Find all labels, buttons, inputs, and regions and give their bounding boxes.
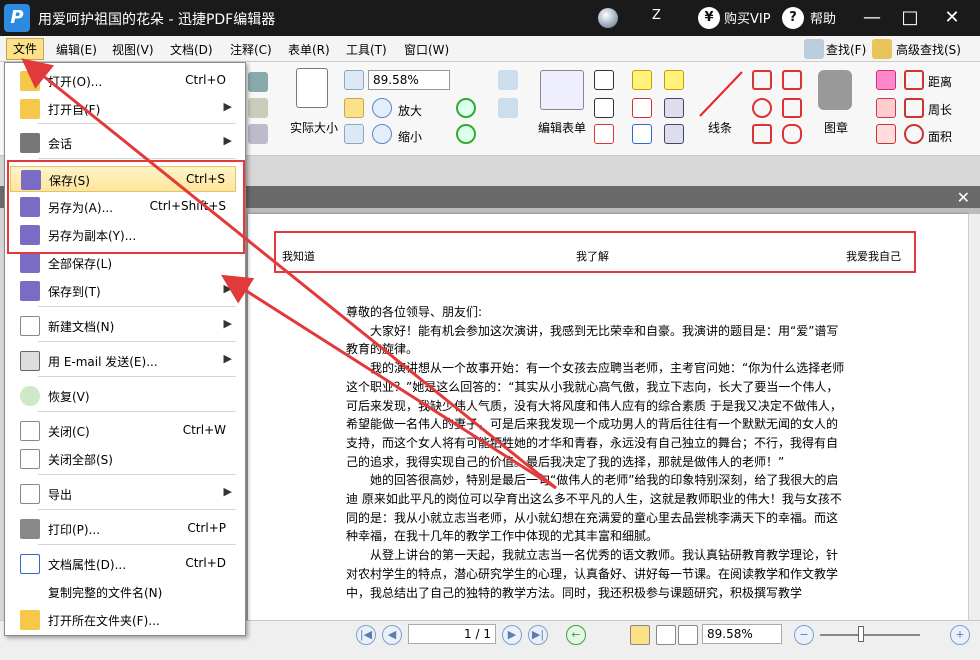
arrow-to-file-menu <box>21 58 557 490</box>
arrow-to-save-options <box>220 274 557 490</box>
annotation-arrows <box>21 58 557 490</box>
